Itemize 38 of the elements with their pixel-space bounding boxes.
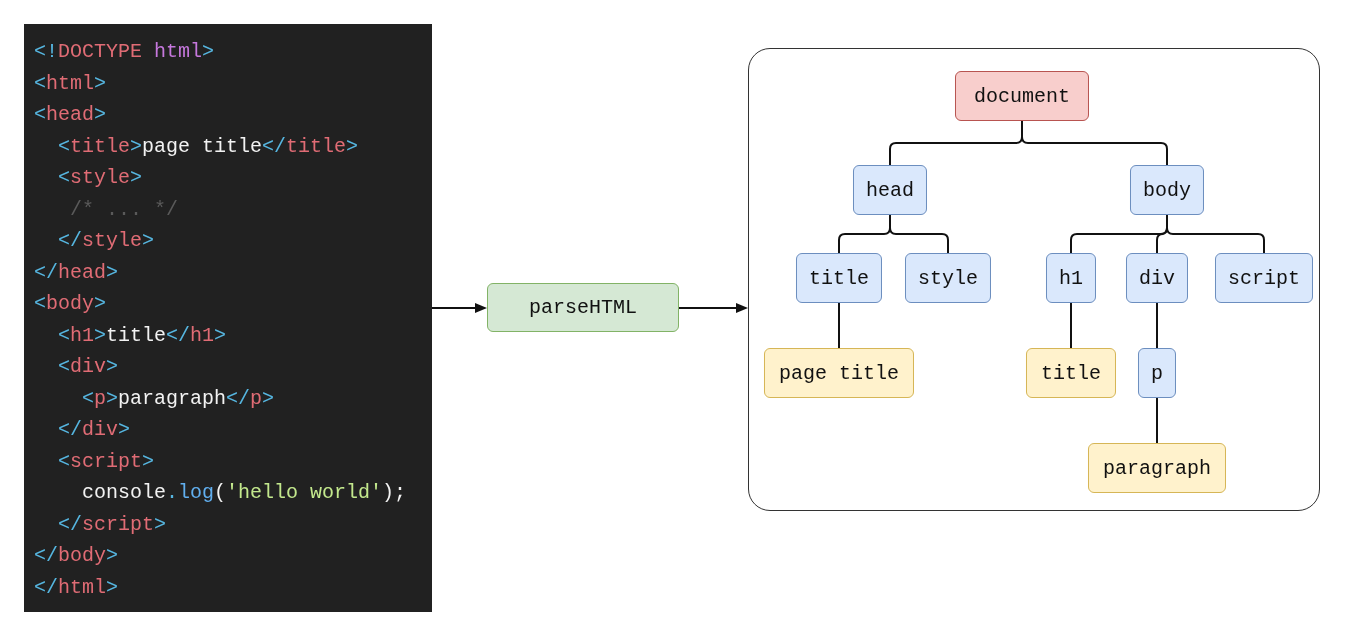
tree-node: document <box>955 71 1089 121</box>
code-line: </head> <box>34 259 119 286</box>
code-line: <head> <box>34 102 107 128</box>
tree-node: h1 <box>1046 253 1096 303</box>
code-line: <!DOCTYPE html> <box>34 39 215 65</box>
code-line: /* ... */ <box>69 196 179 223</box>
code-line: <title>page title</title> <box>57 133 359 160</box>
connector-line <box>838 302 840 349</box>
parse-html-box: parseHTML <box>487 283 679 332</box>
tree-node: paragraph <box>1088 443 1226 493</box>
code-line: <body> <box>34 291 107 317</box>
code-line: </div> <box>57 417 131 443</box>
tree-node: p <box>1138 348 1176 398</box>
tree-node: body <box>1130 165 1204 215</box>
code-line: <script> <box>57 448 155 475</box>
tree-node: head <box>853 165 927 215</box>
connector-line <box>1156 397 1158 444</box>
code-line: <p>paragraph</p> <box>81 385 275 412</box>
connector-line <box>1156 302 1158 349</box>
code-line: <h1>title</h1> <box>57 322 227 349</box>
code-line: </html> <box>34 574 119 601</box>
code-line: </style> <box>57 228 155 254</box>
flow-arrow <box>679 302 748 314</box>
code-line: <html> <box>34 70 107 97</box>
tree-node: title <box>796 253 882 303</box>
code-line: <style> <box>57 165 143 191</box>
tree-node: page title <box>764 348 914 398</box>
connector-line <box>1070 302 1072 349</box>
code-line: <div> <box>57 354 119 380</box>
tree-node: style <box>905 253 991 303</box>
tree-node: title <box>1026 348 1116 398</box>
code-line: </body> <box>34 543 119 569</box>
code-line: </script> <box>57 511 167 538</box>
connector-line <box>889 214 949 254</box>
code-line: console.log('hello world'); <box>81 480 407 506</box>
tree-node: div <box>1126 253 1188 303</box>
tree-node: script <box>1215 253 1313 303</box>
flow-arrow <box>432 302 487 314</box>
